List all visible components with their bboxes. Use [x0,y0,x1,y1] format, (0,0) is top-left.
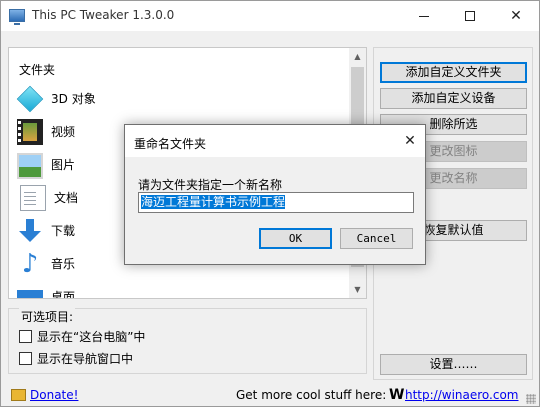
folder-item-label: 3D 对象 [51,92,96,106]
resize-grip-icon[interactable] [526,394,536,404]
folder-item-label: 桌面 [51,290,76,299]
winaero-link[interactable]: http://winaero.com [405,388,519,402]
footer: Donate! Get more cool stuff here: W http… [1,381,539,407]
downloads-icon [17,218,43,244]
folder-item-label: 音乐 [51,257,76,271]
donate-link[interactable]: Donate! [30,388,78,402]
dialog-title: 重命名文件夹 [134,137,207,151]
new-name-input-value: 海迈工程量计算书示例工程 [141,195,286,209]
scroll-up-arrow-icon[interactable]: ▲ [349,48,366,65]
new-name-input[interactable]: 海迈工程量计算书示例工程 [138,192,414,213]
video-icon [17,118,43,145]
add-custom-folder-button[interactable]: 添加自定义文件夹 [380,62,527,83]
maximize-button[interactable] [447,1,493,31]
close-button[interactable]: ✕ [493,1,539,31]
option-show-in-this-pc[interactable]: 显示在“这台电脑”中 [19,328,145,344]
rename-folder-dialog: 重命名文件夹 ✕ 请为文件夹指定一个新名称 海迈工程量计算书示例工程 OK Ca… [124,124,426,265]
window-title: This PC Tweaker 1.3.0.0 [32,8,175,22]
documents-icon [20,184,46,211]
dialog-prompt: 请为文件夹指定一个新名称 [138,178,283,192]
folder-item-label: 文档 [54,191,79,205]
option-label: 显示在“这台电脑”中 [37,329,146,344]
maximize-icon [465,11,475,21]
title-bar: This PC Tweaker 1.3.0.0 ✕ [1,1,539,31]
3d-objects-icon [16,85,44,112]
folders-label: 文件夹 [19,63,56,77]
desktop-icon [17,289,43,298]
ok-button[interactable]: OK [259,228,332,249]
scroll-down-arrow-icon[interactable]: ▼ [349,281,366,298]
donate-icon [11,389,26,401]
options-group: 可选项目: 显示在“这台电脑”中 显示在导航窗口中 [8,308,367,374]
option-label: 显示在导航窗口中 [37,351,134,366]
close-icon: ✕ [510,8,522,24]
dialog-close-icon[interactable]: ✕ [399,131,421,151]
folder-item-label: 图片 [51,158,76,172]
app-monitor-icon [9,9,25,25]
minimize-button[interactable] [401,1,447,31]
folder-item-label: 视频 [51,125,76,139]
minimize-icon [419,15,429,17]
cancel-button[interactable]: Cancel [340,228,413,249]
show-in-this-pc-checkbox[interactable] [19,329,32,343]
dialog-title-bar: 重命名文件夹 ✕ [125,125,425,157]
pictures-icon [17,153,43,179]
folder-item-label: 下载 [51,224,76,238]
more-stuff-text: Get more cool stuff here: [236,388,387,402]
folder-item-desktop[interactable]: 桌面 [17,280,347,299]
add-custom-device-button[interactable]: 添加自定义设备 [380,88,527,109]
show-in-nav-pane-checkbox[interactable] [19,351,32,365]
settings-button[interactable]: 设置…… [380,354,527,375]
winaero-logo-icon: W [389,387,405,403]
options-title: 可选项目: [19,308,76,325]
music-icon: ♪ [21,248,39,279]
folder-item-3d-objects[interactable]: 3D 对象 [16,82,347,115]
option-show-in-nav-pane[interactable]: 显示在导航窗口中 [19,350,133,366]
